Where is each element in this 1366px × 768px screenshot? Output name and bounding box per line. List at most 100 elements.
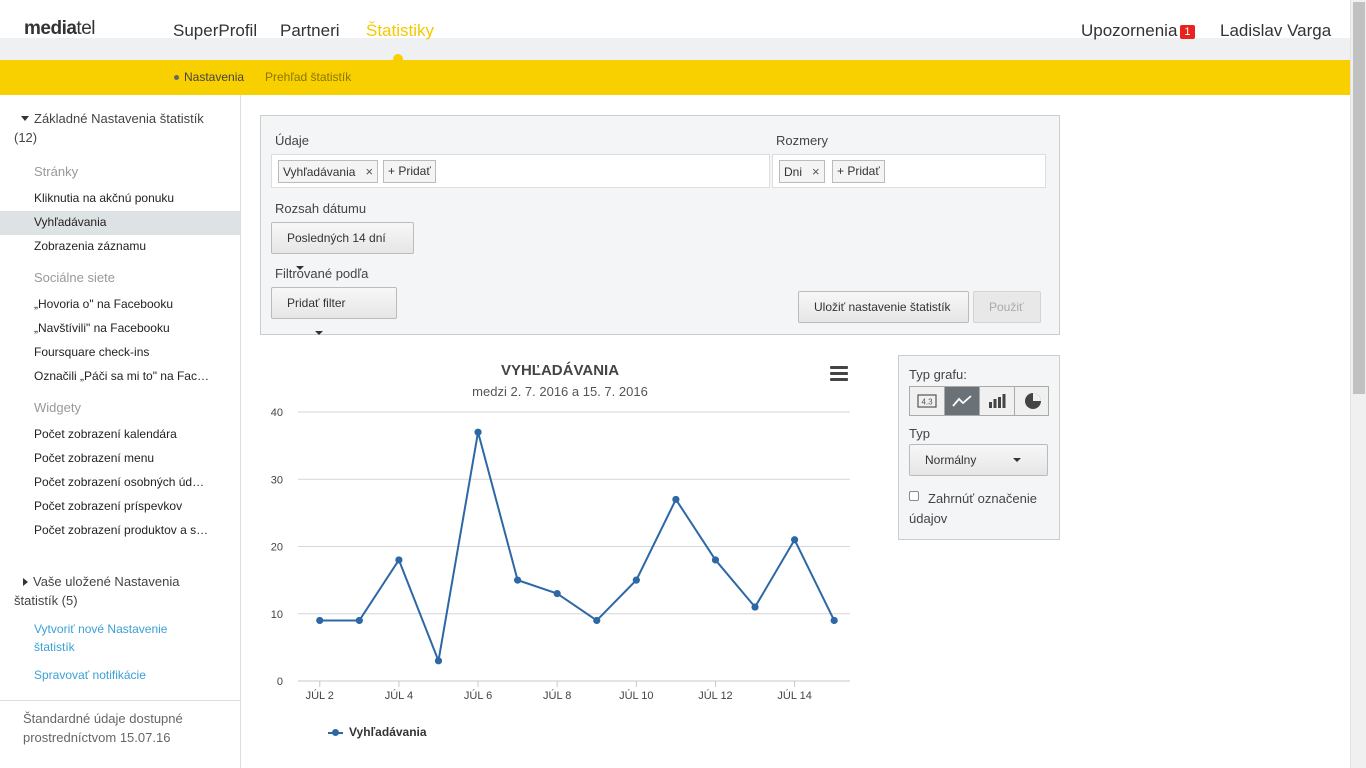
nav-statistiky[interactable]: Štatistiky [366,21,434,41]
sidebar-item-vyhladavania[interactable]: Vyhľadávania [34,215,234,229]
svg-text:4.3: 4.3 [921,398,933,407]
chart-title: VYHĽADÁVANIA [500,362,620,379]
legend-label: Vyhľadávania [349,725,427,739]
save-settings-button[interactable]: Uložiť nastavenie štatistík [798,291,969,323]
bar-chart-icon[interactable] [980,387,1015,415]
table-icon[interactable]: 4.3 [910,387,945,415]
data-point [593,616,601,625]
data-point [355,616,363,625]
sidebar-heading-widgets: Widgety [34,400,81,415]
logo-text-media: media [24,18,77,39]
data-point [711,556,720,564]
chart-type-toggle: 4.3 [909,386,1049,416]
sidebar-item-hovoria-o[interactable]: „Hovoria o" na Facebooku [34,297,234,311]
user-menu[interactable]: Ladislav Varga [1220,21,1331,41]
date-range-value: Posledných 14 dní [287,231,386,245]
create-settings-link[interactable]: Vytvoriť nové Nastavenie štatistík [34,620,184,656]
data-point [316,616,324,625]
line-chart: 0 10 20 30 40 JÚL 2 JÚL 4 JÚL 6 JÚL 8 JÚL 10 JÚL 1… [271,407,850,702]
y-tick-label: 0 [277,676,283,688]
alerts-label: Upozornenia [1081,21,1178,40]
sidebar: Základné Nastavenia štatistík (12) Strán… [0,95,241,768]
sidebar-item-foursquare[interactable]: Foursquare check-ins [34,345,234,359]
dimension-chip-dni[interactable]: Dni × [779,160,825,183]
chart-type-label: Typ grafu: [909,367,967,382]
x-tick-label: JÚL 10 [619,689,653,702]
data-point [632,576,640,584]
x-tick-label: JÚL 14 [777,689,811,702]
add-dimension-button[interactable]: + Pridať [832,160,885,183]
pie-chart-icon[interactable] [1015,387,1050,415]
chevron-down-icon [315,331,323,335]
sidebar-item-osobne-udaje[interactable]: Počet zobrazení osobných úda… [34,475,209,489]
caret-down-icon [21,116,29,122]
sidebar-group-saved-label: Vaše uložené Nastavenia štatistík (5) [14,574,180,608]
remove-chip-icon[interactable]: × [365,164,373,179]
sidebar-item-zobrazenia-zaznamu[interactable]: Zobrazenia záznamu [34,239,234,253]
nav-alerts[interactable]: Upozornenia 1 [1081,21,1195,41]
add-filter-label: Pridať filter [287,296,346,310]
apply-button[interactable]: Použiť [973,291,1041,323]
subnav-nastavenia-label: Nastavenia [184,70,245,84]
chart-legend-item[interactable]: Vyhľadávania [328,725,427,739]
manage-notifications-link[interactable]: Spravovať notifikácie [34,666,224,684]
dimensions-tag-input[interactable]: Dni × + Pridať [772,154,1046,188]
data-point [434,657,443,665]
sidebar-divider [0,700,240,701]
data-point [514,576,522,584]
x-tick-label: JÚL 4 [385,689,413,702]
sidebar-heading-social: Sociálne siete [34,270,115,285]
x-tick-label: JÚL 6 [464,689,492,702]
sidebar-item-menu[interactable]: Počet zobrazení menu [34,451,234,465]
data-point [830,616,838,625]
legend-line-marker-icon [328,728,343,738]
top-navigation-bar: mediatel SuperProfil Partneri Štatistiky… [0,0,1350,64]
sidebar-item-paci-sa[interactable]: Označili „Páči sa mi to" na Face… [34,369,209,383]
subnav-prehlad[interactable]: Prehľad štatistík [265,70,351,84]
nav-partneri[interactable]: Partneri [280,21,340,41]
sidebar-item-produkty[interactable]: Počet zobrazení produktov a sl… [34,523,209,537]
data-labels-checkbox-label: Zahrnúť označenie údajov [909,491,1037,526]
data-chip-label: Vyhľadávania [283,165,356,179]
sidebar-item-kliknutia[interactable]: Kliknutia na akčnú ponuku [34,191,234,205]
mediatel-logo[interactable]: mediatel [24,18,95,40]
page-scrollbar[interactable] [1350,0,1366,768]
chart-menu-icon[interactable] [830,366,848,382]
sidebar-item-kalendar[interactable]: Počet zobrazení kalendára [34,427,234,441]
dimension-chip-label: Dni [784,165,803,179]
subnav-nastavenia[interactable]: Nastavenia [174,70,244,84]
x-tick-label: JÚL 12 [698,689,732,702]
add-data-button[interactable]: + Pridať [383,160,436,183]
add-filter-dropdown[interactable]: Pridať filter [271,287,397,335]
caret-right-icon [23,577,28,586]
line-chart-icon[interactable] [945,387,980,415]
chevron-down-icon [1013,458,1022,462]
data-point [791,536,799,544]
date-range-dropdown[interactable]: Posledných 14 dní [271,222,414,270]
type-dropdown[interactable]: Normálny [909,444,1048,476]
sub-navigation-bar: Nastavenia Prehľad štatistík [0,60,1350,95]
sidebar-group-saved[interactable]: Vaše uložené Nastavenia štatistík (5) [14,572,214,610]
sidebar-item-prispevky[interactable]: Počet zobrazení príspevkov [34,499,234,513]
chart-options-panel: Typ grafu: 4.3 Typ Normálny Zahrnúť ozna… [898,355,1060,540]
data-tag-input[interactable]: Vyhľadávania × + Pridať [271,154,770,188]
alerts-count-badge: 1 [1180,25,1195,39]
sidebar-group-basic[interactable]: Základné Nastavenia štatistík (12) [14,109,214,147]
scrollbar-thumb[interactable] [1353,2,1365,394]
sidebar-footer-note: Štandardné údaje dostupné prostredníctvo… [23,711,183,745]
nav-superprofil[interactable]: SuperProfil [173,21,257,41]
y-tick-label: 30 [271,474,283,486]
data-chip-vyhladavania[interactable]: Vyhľadávania × [278,160,379,183]
data-point [553,589,561,598]
data-label: Údaje [275,133,309,148]
y-tick-label: 20 [271,542,283,554]
sidebar-item-navstivili[interactable]: „Navštívili" na Facebooku [34,321,234,335]
logo-text-tel: tel [76,18,95,39]
dimensions-label: Rozmery [776,133,829,148]
remove-chip-icon[interactable]: × [812,164,820,179]
filter-label: Filtrované podľa [275,266,369,281]
y-tick-label: 40 [271,407,283,419]
x-tick-label: JÚL 2 [306,689,334,702]
type-label: Typ [909,426,930,441]
data-point [751,603,759,611]
